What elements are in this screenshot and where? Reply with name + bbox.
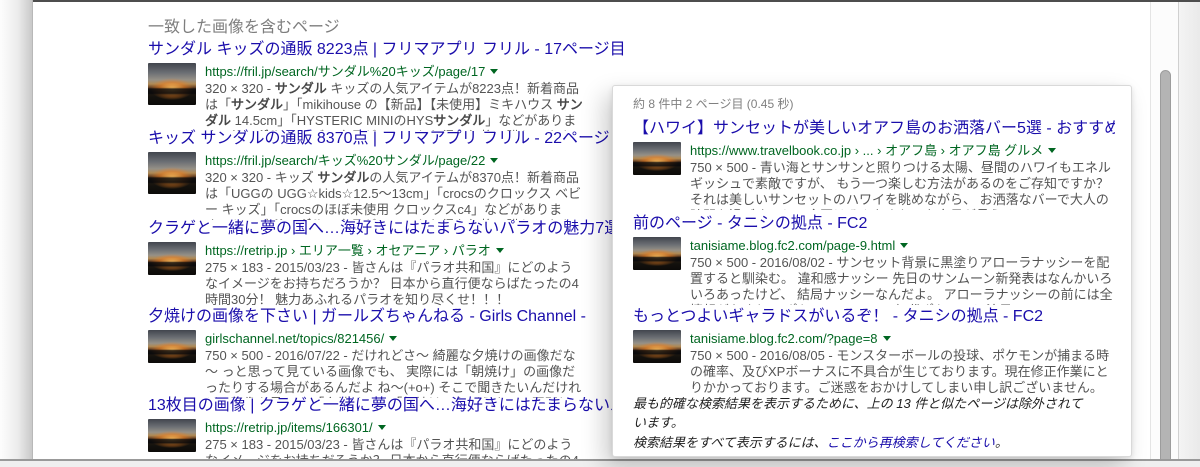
dropdown-arrow-icon[interactable] [900, 243, 909, 248]
window-edge-right [1178, 2, 1200, 460]
below-window-area [0, 461, 1200, 467]
result-snippet: 750 × 500 - 2016/07/22 - だけれどさ～ 綺麗な夕焼けの画… [205, 348, 583, 398]
result-url: tanisiame.blog.fc2.com/page-9.html [690, 238, 896, 253]
result-url-line: girlschannel.net/topics/821456/ [205, 330, 585, 347]
result-url-line: https://fril.jp/search/サンダル%20キッズ/page/1… [205, 63, 585, 80]
result-snippet: 275 × 183 - 2015/03/23 - 皆さんは『パラオ共和国』にどの… [205, 260, 579, 307]
result-body: tanisiame.blog.fc2.com/?page=8 750 × 500… [633, 330, 1115, 398]
result-text-block: tanisiame.blog.fc2.com/page-9.html 750 ×… [690, 237, 1115, 305]
result-title-link[interactable]: 13枚目の画像 | クラゲと一緒に夢の国へ…海好きにはたまらないパラオの ... [148, 396, 692, 416]
sunset-silhouette-decoration [148, 152, 196, 194]
sunset-silhouette-decoration [633, 237, 681, 270]
results-omitted-notice: 最も的確な検索結果を表示するために、上の 13 件と似たページは除外されています… [633, 394, 1087, 453]
result-url-line: https://retrip.jp/items/166301/ [205, 419, 585, 436]
sunset-silhouette-decoration [148, 419, 196, 452]
repeat-search-prefix: 検索結果をすべて表示するには、 [633, 435, 827, 450]
result-title-link[interactable]: 前のページ - タニシの拠点 - FC2 [633, 214, 1115, 234]
result-url: https://www.travelbook.co.jp › ... › オアフ… [690, 143, 1044, 158]
result-title-link[interactable]: もっとつよいギャラドスがいるぞ！ - タニシの拠点 - FC2 [633, 307, 1115, 327]
dropdown-arrow-icon[interactable] [490, 158, 499, 163]
result-title-link[interactable]: 【ハワイ】サンセットが美しいオアフ島のお洒落バー5選 - おすすめ旅行... [633, 119, 1115, 139]
result-title-link[interactable]: 夕焼けの画像を下さい | ガールズちゃんねる - Girls Channel - [148, 307, 586, 327]
result-title-link[interactable]: キッズ サンダルの通販 8370点 | フリマアプリ フリル - 22ページ目 [148, 129, 626, 149]
result-url: https://retrip.jp › エリア一覧 › オセアニア › パラオ [205, 243, 491, 258]
result-thumbnail-image[interactable] [148, 63, 196, 105]
sunset-silhouette-decoration [148, 63, 196, 105]
result-snippet: 750 × 500 - 2016/08/05 - モンスターボールの投球、ポケモ… [690, 348, 1110, 398]
result-thumbnail-image[interactable] [633, 237, 681, 270]
result-body: girlschannel.net/topics/821456/ 750 × 50… [148, 330, 585, 398]
search-result: 13枚目の画像 | クラゲと一緒に夢の国へ…海好きにはたまらないパラオの ...… [148, 396, 692, 467]
result-url-line: https://www.travelbook.co.jp › ... › オアフ… [690, 142, 1115, 159]
result-text-block: https://fril.jp/search/サンダル%20キッズ/page/1… [205, 63, 585, 131]
scrollbar-thumb[interactable] [1160, 70, 1171, 462]
omitted-notice-text: 最も的確な検索結果を表示するために、上の 13 件と似たページは除外されています… [633, 396, 1083, 430]
search-result: 【ハワイ】サンセットが美しいオアフ島のお洒落バー5選 - おすすめ旅行... h… [633, 119, 1115, 210]
dropdown-arrow-icon[interactable] [495, 248, 504, 253]
result-url: girlschannel.net/topics/821456/ [205, 331, 385, 346]
result-url-line: https://retrip.jp › エリア一覧 › オセアニア › パラオ [205, 242, 585, 259]
search-result: サンダル キッズの通販 8223点 | フリマアプリ フリル - 17ページ目 … [148, 40, 626, 131]
result-url: tanisiame.blog.fc2.com/?page=8 [690, 331, 878, 346]
result-snippet: 750 × 500 - 2016/08/02 - サンセット背景に黒塗りアローラ… [690, 255, 1113, 305]
dropdown-arrow-icon[interactable] [490, 69, 499, 74]
dropdown-arrow-icon[interactable] [1048, 148, 1057, 153]
result-url: https://fril.jp/search/サンダル%20キッズ/page/1… [205, 64, 486, 79]
result-thumbnail-image[interactable] [633, 142, 681, 175]
sunset-silhouette-decoration [148, 330, 196, 363]
result-text-block: https://www.travelbook.co.jp › ... › オアフ… [690, 142, 1115, 210]
result-url-line: tanisiame.blog.fc2.com/?page=8 [690, 330, 1115, 347]
sunset-silhouette-decoration [148, 242, 196, 275]
matching-pages-heading: 一致した画像を含むページ [148, 19, 340, 36]
search-result: 前のページ - タニシの拠点 - FC2 tanisiame.blog.fc2.… [633, 214, 1115, 305]
result-snippet: 320 × 320 - キッズ サンダルの人気アイテムが8370点！新着商品は「… [205, 170, 582, 220]
dropdown-arrow-icon[interactable] [882, 336, 891, 341]
dropdown-arrow-icon[interactable] [377, 425, 386, 430]
result-body: https://fril.jp/search/キッズ%20サンダル/page/2… [148, 152, 585, 220]
sunset-silhouette-decoration [633, 142, 681, 175]
search-result: 夕焼けの画像を下さい | ガールズちゃんねる - Girls Channel -… [148, 307, 586, 398]
dropdown-arrow-icon[interactable] [389, 336, 398, 341]
foreground-results-window: 約 8 件中 2 ページ目 (0.45 秒) 【ハワイ】サンセットが美しいオアフ… [612, 85, 1132, 457]
search-stats: 約 8 件中 2 ページ目 (0.45 秒) [633, 97, 794, 111]
window-edge-left [0, 0, 33, 467]
result-thumbnail-image[interactable] [148, 242, 196, 275]
sunset-silhouette-decoration [633, 330, 681, 363]
result-url: https://retrip.jp/items/166301/ [205, 420, 373, 435]
search-result: キッズ サンダルの通販 8370点 | フリマアプリ フリル - 22ページ目 … [148, 129, 626, 220]
result-text-block: https://fril.jp/search/キッズ%20サンダル/page/2… [205, 152, 585, 220]
result-thumbnail-image[interactable] [148, 330, 196, 363]
result-thumbnail-image[interactable] [148, 419, 196, 452]
window-edge-top [33, 0, 1200, 2]
result-title-link[interactable]: サンダル キッズの通販 8223点 | フリマアプリ フリル - 17ページ目 [148, 40, 626, 60]
result-body: https://retrip.jp › エリア一覧 › オセアニア › パラオ … [148, 242, 585, 308]
repeat-search-link[interactable]: ここから再検索してください [827, 435, 995, 450]
result-body: tanisiame.blog.fc2.com/page-9.html 750 ×… [633, 237, 1115, 305]
result-text-block: https://retrip.jp › エリア一覧 › オセアニア › パラオ … [205, 242, 585, 308]
result-url-line: tanisiame.blog.fc2.com/page-9.html [690, 237, 1115, 254]
result-thumbnail-image[interactable] [633, 330, 681, 363]
omitted-notice-line: 最も的確な検索結果を表示するために、上の 13 件と似たページは除外されています… [633, 394, 1087, 432]
result-body: https://www.travelbook.co.jp › ... › オアフ… [633, 142, 1115, 210]
result-thumbnail-image[interactable] [148, 152, 196, 194]
result-text-block: tanisiame.blog.fc2.com/?page=8 750 × 500… [690, 330, 1115, 398]
result-snippet: 750 × 500 - 青い海とサンサンと照りつける太陽、昼間のハワイもエネルギ… [690, 160, 1111, 210]
search-result: もっとつよいギャラドスがいるぞ！ - タニシの拠点 - FC2 tanisiam… [633, 307, 1115, 398]
result-url: https://fril.jp/search/キッズ%20サンダル/page/2… [205, 153, 486, 168]
repeat-search-line: 検索結果をすべて表示するには、ここから再検索してください。 [633, 433, 1087, 452]
repeat-search-suffix: 。 [994, 435, 1008, 450]
result-body: https://fril.jp/search/サンダル%20キッズ/page/1… [148, 63, 585, 131]
result-title-link[interactable]: クラゲと一緒に夢の国へ…海好きにはたまらないパラオの魅力7選 ... [148, 219, 638, 239]
search-result: クラゲと一緒に夢の国へ…海好きにはたまらないパラオの魅力7選 ... https… [148, 219, 638, 308]
result-url-line: https://fril.jp/search/キッズ%20サンダル/page/2… [205, 152, 585, 169]
result-snippet: 320 × 320 - サンダル キッズの人気アイテムが8223点！新着商品は「… [205, 81, 583, 131]
result-text-block: girlschannel.net/topics/821456/ 750 × 50… [205, 330, 585, 398]
browser-screenshot: 一致した画像を含むページ サンダル キッズの通販 8223点 | フリマアプリ … [0, 0, 1200, 467]
